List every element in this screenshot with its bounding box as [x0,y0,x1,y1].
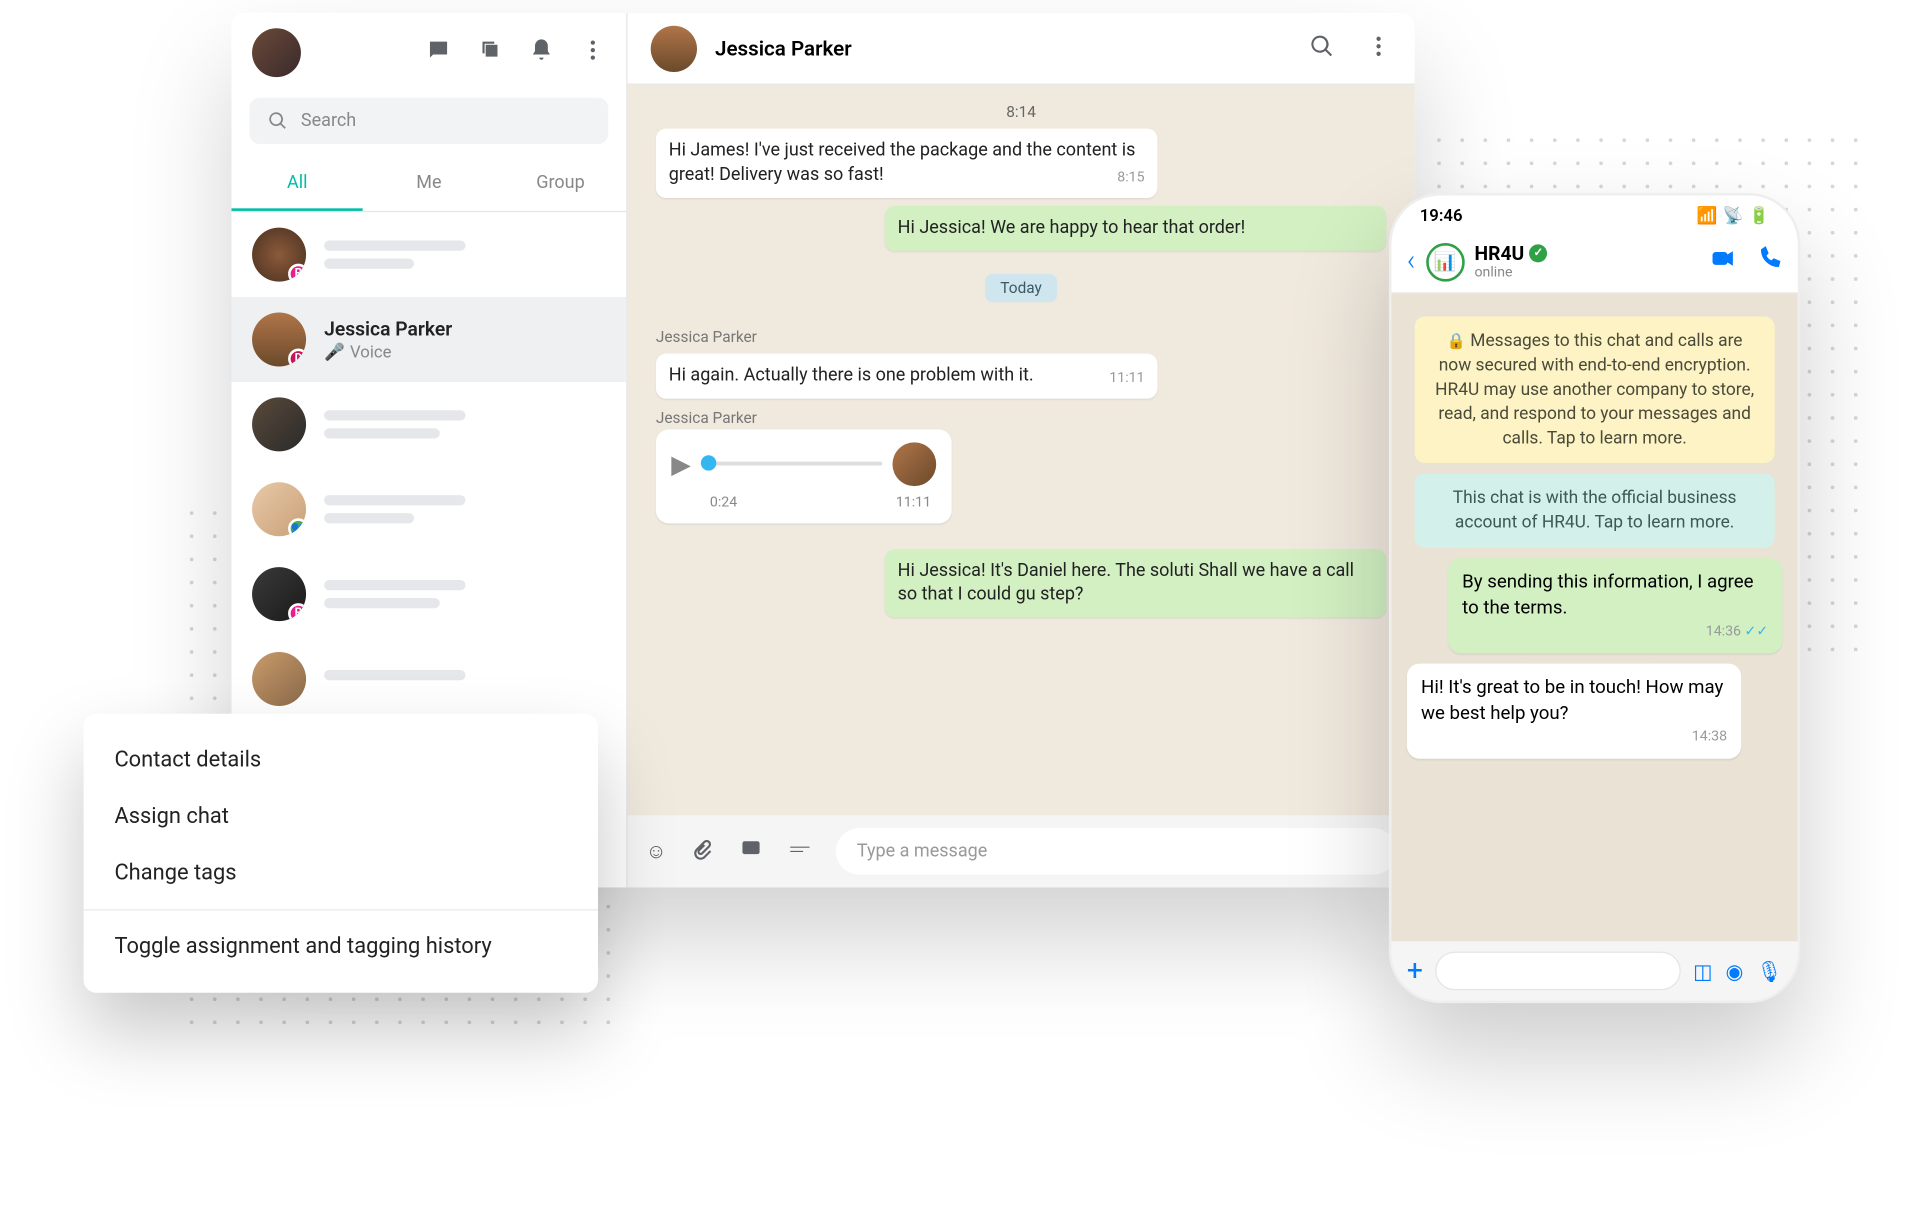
contact-name: Jessica Parker [324,317,452,340]
more-icon[interactable] [1366,33,1392,64]
mic-icon[interactable]: 🎙 [1756,959,1782,983]
badge-icon: D [288,349,306,367]
list-item[interactable] [231,637,626,722]
avatar-me[interactable] [252,28,301,77]
business-name[interactable]: HR4U✓ [1474,243,1547,264]
play-icon[interactable]: ▶ [671,448,691,479]
search-input[interactable]: Search [249,98,608,144]
mic-icon: 🎤 [324,343,345,362]
msg-time: 14:36 [1462,623,1768,642]
list-item[interactable]: 👥 [231,467,626,552]
phone-chat-header: ‹ 📊 HR4U✓ online [1391,231,1797,293]
chat-title: Jessica Parker [715,36,852,60]
status-time: 19:46 [1420,206,1463,225]
chat-icon[interactable] [426,37,452,68]
voice-track[interactable] [701,462,882,466]
search-placeholder: Search [301,111,356,132]
tab-me[interactable]: Me [363,157,495,211]
bell-icon[interactable] [529,37,555,68]
verified-icon: ✓ [1529,245,1547,263]
message-out[interactable]: Hi Jessica! We are happy to hear that or… [885,205,1387,250]
more-icon[interactable] [580,37,606,68]
attach-icon[interactable] [690,836,716,867]
tab-group[interactable]: Group [495,157,627,211]
business-status: online [1474,265,1547,281]
sender-label: Jessica Parker [656,328,1386,346]
plus-icon[interactable]: + [1407,955,1423,987]
phone-message-in[interactable]: Hi! It's great to be in touch! How may w… [1407,664,1741,759]
phone-messages: 🔒 Messages to this chat and calls are no… [1391,293,1797,941]
voice-duration: 0:24 [710,493,737,510]
contact-sub: 🎤Voice [324,343,452,362]
chat-input-bar: ☺ Type a message [628,815,1415,887]
business-avatar[interactable]: 📊 [1426,242,1465,281]
list-item[interactable] [231,382,626,467]
badge-icon: R [288,603,306,621]
list-item[interactable]: R [231,212,626,297]
copy-icon[interactable] [477,37,503,68]
search-icon[interactable] [1309,33,1335,64]
lock-icon: 🔒 [1447,332,1466,350]
format-icon[interactable] [787,836,813,867]
back-icon[interactable]: ‹ [1407,246,1415,278]
list-item[interactable]: R [231,552,626,637]
menu-divider [84,909,598,910]
sticker-icon[interactable]: ◫ [1693,959,1712,983]
business-notice[interactable]: This chat is with the official business … [1415,474,1775,548]
message-in[interactable]: Hi James! I've just received the package… [656,129,1158,198]
chat-avatar[interactable] [651,25,697,71]
chat-pane: Jessica Parker 8:14 Hi James! I've just … [628,13,1415,887]
encryption-notice[interactable]: 🔒 Messages to this chat and calls are no… [1415,316,1775,463]
menu-contact-details[interactable]: Contact details [84,732,598,789]
msg-time: 14:38 [1421,728,1727,747]
camera-icon[interactable]: ◉ [1725,959,1743,983]
sender-label: Jessica Parker [656,408,1386,426]
status-bar: 19:46 📶📡🔋 [1391,195,1797,231]
menu-change-tags[interactable]: Change tags [84,845,598,902]
phone-input-bar: + ◫ ◉ 🎙 [1391,941,1797,1000]
phone-message-out[interactable]: By sending this information, I agree to … [1448,558,1782,653]
chat-header: Jessica Parker [628,13,1415,85]
day-chip: Today [985,273,1057,301]
badge-icon: R [288,264,306,282]
status-indicators: 📶📡🔋 [1697,206,1770,225]
voice-avatar [892,442,936,486]
tabs: All Me Group [231,157,626,212]
message-in[interactable]: Hi again. Actually there is one problem … [656,353,1158,398]
menu-assign-chat[interactable]: Assign chat [84,788,598,845]
phone-mock: 19:46 📶📡🔋 ‹ 📊 HR4U✓ online 🔒 Messages to… [1389,193,1801,1003]
message-out[interactable]: Hi Jessica! It's Daniel here. The soluti… [885,549,1387,618]
tab-all[interactable]: All [231,157,363,211]
emoji-icon[interactable]: ☺ [646,838,667,864]
video-call-icon[interactable] [1710,246,1736,278]
call-icon[interactable] [1757,246,1783,278]
list-item-active[interactable]: D Jessica Parker 🎤Voice [231,297,626,382]
menu-toggle-history[interactable]: Toggle assignment and tagging history [84,918,598,975]
voice-message[interactable]: ▶ 0:24 11:11 [656,429,952,523]
context-menu: Contact details Assign chat Change tags … [84,714,598,993]
time-label: 8:14 [656,103,1386,121]
phone-message-input[interactable] [1436,952,1680,991]
badge-icon: 👥 [288,518,306,536]
template-icon[interactable] [739,836,765,867]
message-input[interactable]: Type a message [836,828,1396,874]
voice-time: 11:11 [896,493,931,510]
